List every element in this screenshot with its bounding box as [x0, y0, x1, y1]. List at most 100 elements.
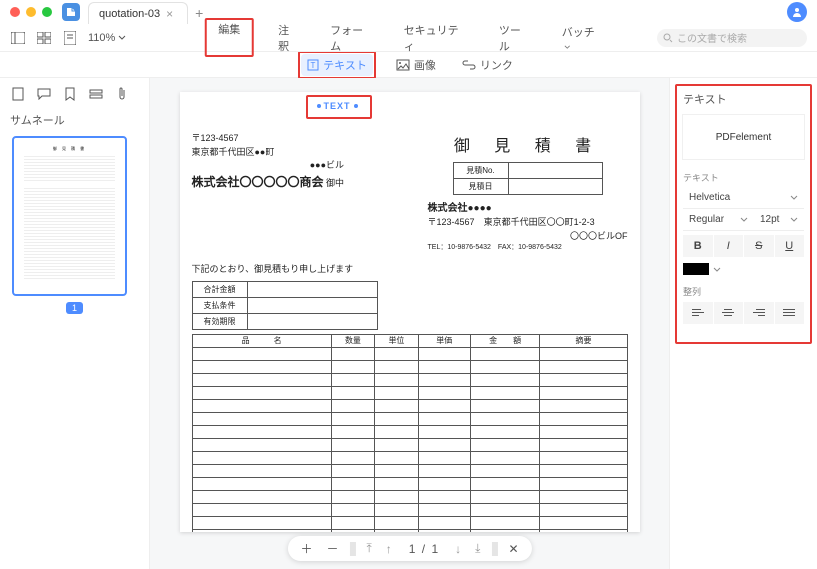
zoom-dropdown[interactable]: 110% — [88, 32, 126, 44]
edit-sub-toolbar: T テキスト 画像 リンク — [0, 52, 817, 78]
fields-tab-icon[interactable] — [88, 86, 104, 102]
sidebar-view-tabs — [0, 78, 149, 110]
font-size-select[interactable]: 12pt — [754, 209, 804, 231]
close-navigator-button[interactable]: ✕ — [505, 542, 521, 556]
document-page[interactable]: TEXT 〒123-4567 東京都千代田区●●町 ●●●ビル 株式会社〇〇〇〇… — [180, 92, 640, 532]
table-row: 見積日 — [453, 179, 602, 195]
tab-tool[interactable]: ツール — [493, 20, 538, 56]
chevron-down-icon — [118, 35, 126, 40]
page-thumbnail[interactable]: 御 見 積 書 — [12, 136, 127, 296]
tab-title: quotation-03 — [99, 8, 160, 20]
attachment-tab-icon[interactable] — [114, 86, 130, 102]
page-view-icon[interactable] — [62, 30, 78, 46]
recipient-block: 株式会社●●●● 〒123-4567 東京都千代田区〇〇町1-2-3 〇〇〇ビル… — [428, 201, 628, 254]
link-icon — [462, 60, 476, 70]
add-image-button[interactable]: 画像 — [390, 54, 442, 76]
table-row — [192, 360, 627, 373]
table-row: 合計金額 — [192, 281, 377, 297]
document-viewport[interactable]: TEXT 〒123-4567 東京都千代田区●●町 ●●●ビル 株式会社〇〇〇〇… — [150, 78, 669, 569]
alignment-buttons — [683, 302, 804, 324]
left-sidebar: サムネール 御 見 積 書 1 — [0, 78, 150, 569]
sender-building: ●●●ビル — [192, 159, 345, 173]
tab-edit[interactable]: 編集 — [212, 22, 240, 51]
sidebar-toggle-icon[interactable] — [10, 30, 26, 46]
recipient-tel: TEL：10-9876-5432 FAX：10-9876-5432 — [428, 243, 628, 254]
add-image-label: 画像 — [414, 57, 436, 73]
text-preview: PDFelement — [683, 115, 804, 159]
next-page-button[interactable]: ↓ — [452, 542, 464, 556]
recipient-building: 〇〇〇ビルOF — [428, 230, 628, 244]
sender-address: 東京都千代田区●●町 — [192, 146, 345, 160]
search-field[interactable]: この文書で検索 — [657, 29, 807, 47]
search-placeholder: この文書で検索 — [677, 30, 747, 45]
align-justify-button[interactable] — [775, 302, 805, 324]
bookmark-tab-icon[interactable] — [62, 86, 78, 102]
properties-panel: テキスト PDFelement テキスト Helvetica Regular 1… — [669, 78, 817, 569]
chevron-down-icon — [564, 45, 571, 49]
chevron-down-icon — [790, 195, 798, 200]
close-window-icon[interactable] — [10, 7, 20, 17]
table-row — [192, 503, 627, 516]
first-page-button[interactable]: ⤒ — [363, 541, 374, 556]
recipient-postal: 〒123-4567 — [428, 217, 475, 227]
sender-postal: 〒123-4567 — [192, 132, 345, 146]
last-page-button[interactable]: ⤓ — [472, 541, 483, 556]
notice-text: 下記のとおり、御見積もり申し上げます — [192, 262, 628, 275]
thumbnails-tab-icon[interactable] — [10, 86, 26, 102]
tab-comment[interactable]: 注釈 — [272, 20, 306, 56]
align-left-button[interactable] — [683, 302, 714, 324]
comments-tab-icon[interactable] — [36, 86, 52, 102]
minimize-window-icon[interactable] — [26, 7, 36, 17]
chevron-down-icon — [713, 267, 721, 272]
tab-security[interactable]: セキュリティ — [398, 20, 475, 56]
table-row — [192, 347, 627, 360]
prev-page-button[interactable]: ↑ — [383, 542, 395, 556]
sidebar-title: サムネール — [0, 110, 149, 136]
text-color-picker[interactable] — [683, 263, 804, 275]
add-text-button[interactable]: T テキスト — [301, 54, 373, 76]
quote-meta-table: 見積No. 見積日 — [453, 162, 603, 195]
align-center-button[interactable] — [714, 302, 745, 324]
chevron-down-icon — [790, 217, 798, 222]
tab-form[interactable]: フォーム — [324, 20, 380, 56]
add-link-button[interactable]: リンク — [456, 54, 519, 76]
thumbnail-page-number: 1 — [12, 302, 137, 314]
zoom-value: 110% — [88, 32, 115, 44]
text-icon: T — [307, 59, 319, 71]
table-row — [192, 529, 627, 532]
table-row — [192, 438, 627, 451]
fullscreen-window-icon[interactable] — [42, 7, 52, 17]
panel-title: テキスト — [683, 91, 804, 107]
font-weight-select[interactable]: Regular — [683, 209, 754, 231]
strikethrough-button[interactable]: S — [744, 235, 775, 257]
font-family-select[interactable]: Helvetica — [683, 187, 804, 209]
bold-button[interactable]: B — [683, 235, 714, 257]
tab-batch[interactable]: バッチ — [556, 22, 613, 54]
align-right-button[interactable] — [744, 302, 775, 324]
table-row: 支払条件 — [192, 297, 377, 313]
zoom-in-button[interactable]: ＋ — [297, 540, 315, 557]
account-avatar-icon[interactable] — [787, 2, 807, 22]
image-icon — [396, 59, 410, 71]
table-row — [192, 425, 627, 438]
thumbnails-view-icon[interactable] — [36, 30, 52, 46]
table-row: 有効期限 — [192, 313, 377, 329]
summary-table: 合計金額 支払条件 有効期限 — [192, 281, 378, 330]
color-swatch — [683, 263, 709, 275]
search-icon — [663, 33, 673, 43]
recipient-address: 東京都千代田区〇〇町1-2-3 — [484, 217, 595, 227]
sender-company: 株式会社〇〇〇〇〇商会 — [192, 175, 324, 189]
thumbnail-list: 御 見 積 書 1 — [0, 136, 149, 314]
main-tabs: 編集 注釈 フォーム セキュリティ ツール バッチ — [204, 24, 613, 51]
zoom-out-button[interactable]: － — [323, 540, 341, 557]
underline-button[interactable]: U — [775, 235, 805, 257]
page-navigator: ＋ － ⤒ ↑ 1 / 1 ↓ ⤓ ✕ — [287, 536, 531, 561]
close-tab-icon[interactable]: × — [166, 7, 173, 21]
document-tab[interactable]: quotation-03 × — [88, 2, 188, 24]
chevron-down-icon — [740, 217, 748, 222]
add-link-label: リンク — [480, 57, 513, 73]
selected-text-object[interactable]: TEXT — [320, 100, 355, 112]
page-indicator: 1 / 1 — [403, 542, 444, 556]
italic-button[interactable]: I — [714, 235, 745, 257]
highlight-box: 編集 — [204, 18, 254, 57]
